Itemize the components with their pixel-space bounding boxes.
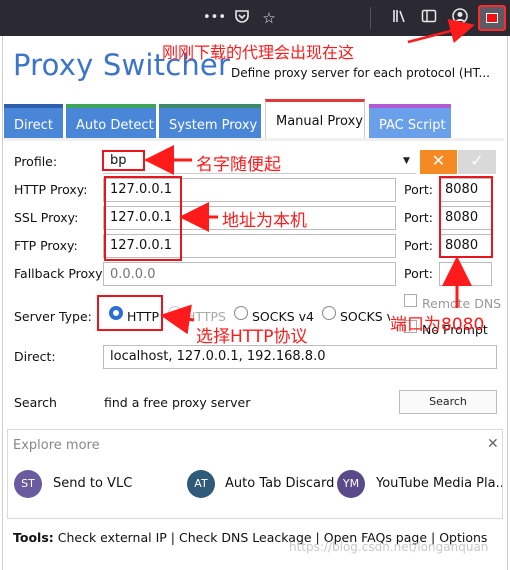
chevron-down-icon[interactable]: ▼ <box>403 156 410 166</box>
tab-manual-proxy[interactable]: Manual Proxy <box>265 99 365 139</box>
search-button[interactable]: Search <box>399 390 497 414</box>
http-proxy-label: HTTP Proxy: <box>14 182 88 197</box>
tab-underline <box>4 138 504 141</box>
search-description: find a free proxy server <box>104 395 251 410</box>
pocket-icon[interactable] <box>232 8 252 29</box>
tab-auto-detect[interactable]: Auto Detect <box>66 104 156 138</box>
fallback-port-input[interactable] <box>439 262 492 286</box>
annotation-downloaded: 刚刚下载的代理会出现在这 <box>162 43 355 62</box>
library-icon[interactable] <box>390 8 410 29</box>
annotation-name: 名字随便起 <box>196 155 281 175</box>
direct-label: Direct: <box>14 349 56 364</box>
socks5-radio-label: SOCKS v5 <box>340 309 390 324</box>
https-radio[interactable] <box>168 306 182 320</box>
send-to-vlc-avatar[interactable]: ST <box>14 470 42 498</box>
auto-tab-discard-avatar[interactable]: AT <box>187 470 215 498</box>
page-subtitle: Define proxy server for each protocol (H… <box>231 66 490 80</box>
delete-profile-button[interactable]: ✕ <box>420 150 457 174</box>
overflow-menu-icon[interactable]: ••• <box>203 8 226 28</box>
remote-dns-checkbox[interactable] <box>404 294 417 307</box>
port-highlight <box>439 176 493 258</box>
youtube-media-player-avatar[interactable]: YM <box>337 470 365 498</box>
tools-label: Tools: <box>13 530 54 545</box>
proxy-switcher-extension-button[interactable] <box>478 5 506 31</box>
send-to-vlc-link[interactable]: Send to VLC <box>53 476 132 491</box>
ssl-proxy-label: SSL Proxy: <box>14 210 79 225</box>
server-type-label: Server Type: <box>14 309 92 324</box>
annotation-port: 端口为8080 <box>390 315 485 335</box>
annotation-address: 地址为本机 <box>222 211 307 231</box>
sidebar-icon[interactable] <box>419 8 439 29</box>
proxy-flag-icon <box>486 13 498 23</box>
tab-direct[interactable]: Direct <box>4 104 63 138</box>
ftp-port-label: Port: <box>404 238 433 253</box>
close-icon[interactable]: ✕ <box>487 436 499 452</box>
ftp-proxy-label: FTP Proxy: <box>14 238 78 253</box>
tab-pac-script[interactable]: PAC Script <box>369 104 451 138</box>
fallback-proxy-label: Fallback Proxy: <box>14 266 106 281</box>
bookmark-star-icon[interactable]: ☆ <box>259 8 279 28</box>
profile-label: Profile: <box>14 154 58 169</box>
fallback-port-label: Port: <box>404 266 433 281</box>
save-profile-button[interactable]: ✓ <box>458 150 496 174</box>
check-ip-link[interactable]: Check external IP <box>58 530 167 545</box>
watermark: https://blog.csdn.net/longanquan <box>289 540 489 554</box>
annotation-protocol: 选择HTTP协议 <box>196 327 308 347</box>
youtube-media-player-link[interactable]: YouTube Media Pla... <box>376 476 502 491</box>
search-label: Search <box>14 395 57 410</box>
remote-dns-label: Remote DNS <box>422 296 502 311</box>
socks5-radio[interactable] <box>322 306 336 320</box>
profile-value[interactable]: bp <box>102 150 145 171</box>
account-icon[interactable] <box>450 8 470 29</box>
direct-input[interactable]: localhost, 127.0.0.1, 192.168.8.0 <box>103 345 497 369</box>
address-highlight <box>104 176 182 261</box>
tab-system-proxy[interactable]: System Proxy <box>159 104 261 138</box>
auto-tab-discard-link[interactable]: Auto Tab Discard <box>225 476 334 491</box>
http-port-label: Port: <box>404 182 433 197</box>
http-radio-label: HTTP <box>127 309 159 324</box>
fallback-proxy-input[interactable] <box>103 262 396 286</box>
toolbar-divider <box>370 7 371 29</box>
socks4-radio[interactable] <box>234 306 248 320</box>
explore-more-title: Explore more <box>13 438 100 453</box>
ssl-port-label: Port: <box>404 210 433 225</box>
http-radio[interactable] <box>109 306 123 320</box>
